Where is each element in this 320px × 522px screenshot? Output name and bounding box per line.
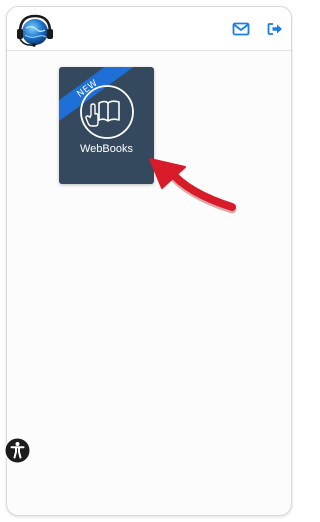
accessibility-person-icon[interactable] (4, 437, 31, 464)
webbooks-tile[interactable]: NEW WebBooks (59, 67, 154, 184)
headset-globe-logo-icon[interactable] (14, 11, 54, 49)
red-annotation-arrow (149, 158, 237, 214)
top-bar (7, 7, 291, 51)
app-frame: NEW WebBooks (6, 6, 292, 516)
tile-label: WebBooks (80, 143, 133, 155)
envelope-icon[interactable] (231, 19, 251, 39)
book-with-pointer-hand-icon (80, 85, 134, 139)
sign-out-icon[interactable] (265, 19, 285, 39)
